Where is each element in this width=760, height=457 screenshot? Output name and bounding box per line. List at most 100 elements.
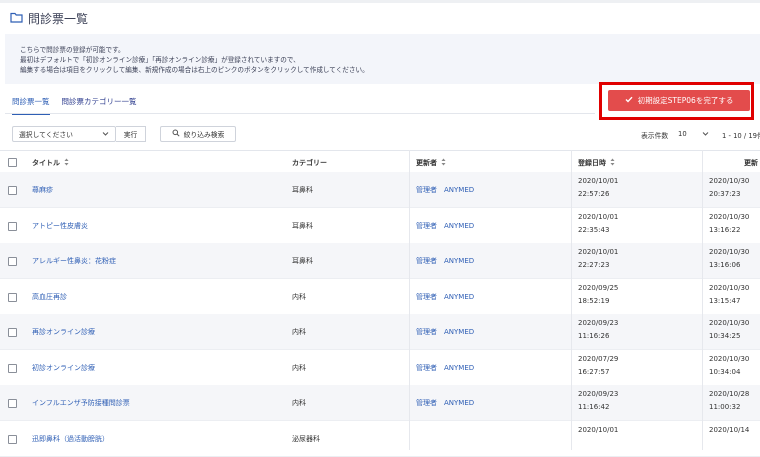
row-title-link[interactable]: 蕁麻疹 (32, 185, 53, 195)
table-row[interactable]: 高血圧再診 内科 管理者 ANYMED 2020/09/25 18:52:19 2020/… (0, 279, 760, 315)
filter-search-button[interactable]: 絞り込み検索 (160, 126, 236, 142)
display-count-select[interactable]: 10 (674, 126, 720, 142)
execute-button[interactable]: 実行 (116, 126, 146, 142)
filter-search-label: 絞り込み検索 (183, 131, 225, 139)
row-updated-time: 10:34:25 (709, 332, 741, 340)
row-checkbox[interactable] (8, 292, 17, 302)
display-count-value: 10 (678, 130, 687, 138)
row-registered-date: 2020/10/01 (578, 425, 619, 434)
column-header-updated[interactable]: 更新 (744, 158, 758, 168)
row-registered-date: 2020/10/01 (578, 212, 619, 221)
column-header-updater[interactable]: 更新者 (416, 158, 446, 168)
info-line: 最初はデフォルトで「初診オンライン診療」「再診オンライン診療」が登録されています… (20, 56, 300, 64)
top-border (0, 0, 760, 3)
row-registered-time: 22:35:43 (578, 225, 610, 234)
info-line: 編集する場合は項目をクリックして編集、新規作成の場合は右上のピンクのボタンをクリ… (20, 66, 369, 74)
row-updater: 管理者 ANYMED (416, 257, 475, 265)
row-updated-time: 10:34:04 (709, 367, 741, 376)
row-updated-date: 2020/10/30 (709, 212, 750, 221)
table-row[interactable]: 再診オンライン診療 内科 管理者 ANYMED 2020/09/23 11:16:26 2… (0, 314, 760, 350)
row-updated-time: 13:16:06 (709, 261, 741, 269)
row-registered-date: 2020/10/01 (578, 177, 619, 185)
sort-icon (64, 158, 69, 168)
row-registered-time: 22:27:23 (578, 261, 610, 269)
row-updated-date: 2020/10/30 (709, 319, 750, 327)
row-updater: 管理者 ANYMED (416, 328, 475, 336)
bulk-action-select[interactable]: 選択してください (12, 126, 116, 142)
row-updated-time: 13:15:47 (709, 296, 741, 305)
tabs-divider (5, 113, 595, 114)
row-updated-date: 2020/10/30 (709, 283, 750, 292)
display-count-label: 表示件数 (641, 132, 669, 140)
column-divider (702, 150, 703, 450)
complete-step-button[interactable]: 初期設定STEP06を完了する (608, 90, 750, 111)
row-registered-time: 18:52:19 (578, 296, 610, 305)
chevron-down-icon (702, 130, 709, 139)
row-registered-date: 2020/09/23 (578, 390, 619, 398)
column-header-registered[interactable]: 登録日時 (578, 158, 615, 168)
sort-icon (441, 158, 446, 168)
column-header-title[interactable]: タイトル (32, 158, 69, 168)
bulk-action-value: 選択してください (19, 131, 73, 139)
pagination-range: 1 - 10 / 19件 (722, 132, 760, 140)
row-registered-time: 11:16:42 (578, 403, 610, 411)
row-title-link[interactable]: 再診オンライン診療 (32, 327, 95, 337)
column-header-category: カテゴリー (292, 159, 327, 167)
sort-icon (610, 158, 615, 168)
table-row[interactable]: インフルエンザ予防接種問診票 内科 管理者 ANYMED 2020/09/23 11:1… (0, 385, 760, 421)
row-checkbox[interactable] (8, 328, 17, 337)
row-title-link[interactable]: 初診オンライン診療 (32, 363, 95, 373)
row-updated-date: 2020/10/30 (709, 354, 750, 363)
row-category: 内科 (292, 363, 306, 372)
column-divider (571, 150, 572, 450)
row-registered-date: 2020/09/23 (578, 319, 619, 327)
row-registered-time: 22:57:26 (578, 190, 610, 198)
chevron-down-icon (102, 130, 109, 139)
row-updated-time: 13:16:22 (709, 225, 741, 234)
info-line: こちらで問診票の登録が可能です。 (20, 46, 125, 54)
row-checkbox[interactable] (8, 257, 17, 266)
row-checkbox[interactable] (8, 221, 17, 231)
row-category: 耳鼻科 (292, 221, 313, 230)
row-checkbox[interactable] (8, 399, 17, 408)
row-updated-time: 20:37:23 (709, 190, 741, 198)
row-checkbox[interactable] (8, 434, 17, 444)
row-registered-date: 2020/10/01 (578, 248, 619, 256)
row-updated-date: 2020/10/30 (709, 177, 750, 185)
select-all-checkbox[interactable] (8, 158, 17, 167)
info-box: こちらで問診票の登録が可能です。 最初はデフォルトで「初診オンライン診療」「再診… (5, 34, 760, 84)
row-title-link[interactable]: アレルギー性鼻炎：花粉症 (32, 256, 116, 266)
row-updater: 管理者 ANYMED (416, 399, 475, 407)
row-title-link[interactable]: インフルエンザ予防接種問診票 (32, 398, 130, 408)
row-updater: 管理者 ANYMED (416, 363, 475, 372)
table-header: タイトル カテゴリー 更新者 登録日時 更新 (0, 150, 760, 174)
table-row[interactable]: アレルギー性鼻炎：花粉症 耳鼻科 管理者 ANYMED 2020/10/01 22:27… (0, 243, 760, 279)
table-row[interactable]: 初診オンライン診療 内科 管理者 ANYMED 2020/07/29 16:27:57 2… (0, 350, 760, 386)
row-title-link[interactable]: アトピー性皮膚炎 (32, 221, 88, 231)
row-updater: 管理者 ANYMED (416, 221, 475, 230)
row-category: 泌尿器科 (292, 434, 320, 443)
table-row[interactable]: アトピー性皮膚炎 耳鼻科 管理者 ANYMED 2020/10/01 22:35:43 2… (0, 208, 760, 244)
row-category: 内科 (292, 399, 306, 407)
table-row[interactable]: 迅即鼻科（過活動膀胱） 泌尿器科 2020/10/01 2020/10/14 (0, 421, 760, 457)
row-title-link[interactable]: 迅即鼻科（過活動膀胱） (32, 434, 109, 444)
row-registered-date: 2020/07/29 (578, 354, 619, 363)
row-checkbox[interactable] (8, 363, 17, 373)
check-icon (625, 96, 633, 105)
row-checkbox[interactable] (8, 186, 17, 195)
row-updated-time: 11:00:32 (709, 403, 741, 411)
row-updater: 管理者 ANYMED (416, 292, 475, 301)
page-header: 問診票一覧 (10, 10, 88, 27)
row-updated-date: 2020/10/14 (709, 425, 750, 434)
column-divider (409, 150, 410, 450)
row-title-link[interactable]: 高血圧再診 (32, 292, 67, 302)
row-category: 耳鼻科 (292, 186, 313, 194)
search-icon (172, 129, 180, 139)
row-category: 耳鼻科 (292, 257, 313, 265)
row-registered-time: 11:16:26 (578, 332, 610, 340)
row-registered-time: 16:27:57 (578, 367, 610, 376)
row-updated-date: 2020/10/28 (709, 390, 750, 398)
row-registered-date: 2020/09/25 (578, 283, 619, 292)
table-row[interactable]: 蕁麻疹 耳鼻科 管理者 ANYMED 2020/10/01 22:57:26 2020/1… (0, 172, 760, 208)
row-category: 内科 (292, 328, 306, 336)
